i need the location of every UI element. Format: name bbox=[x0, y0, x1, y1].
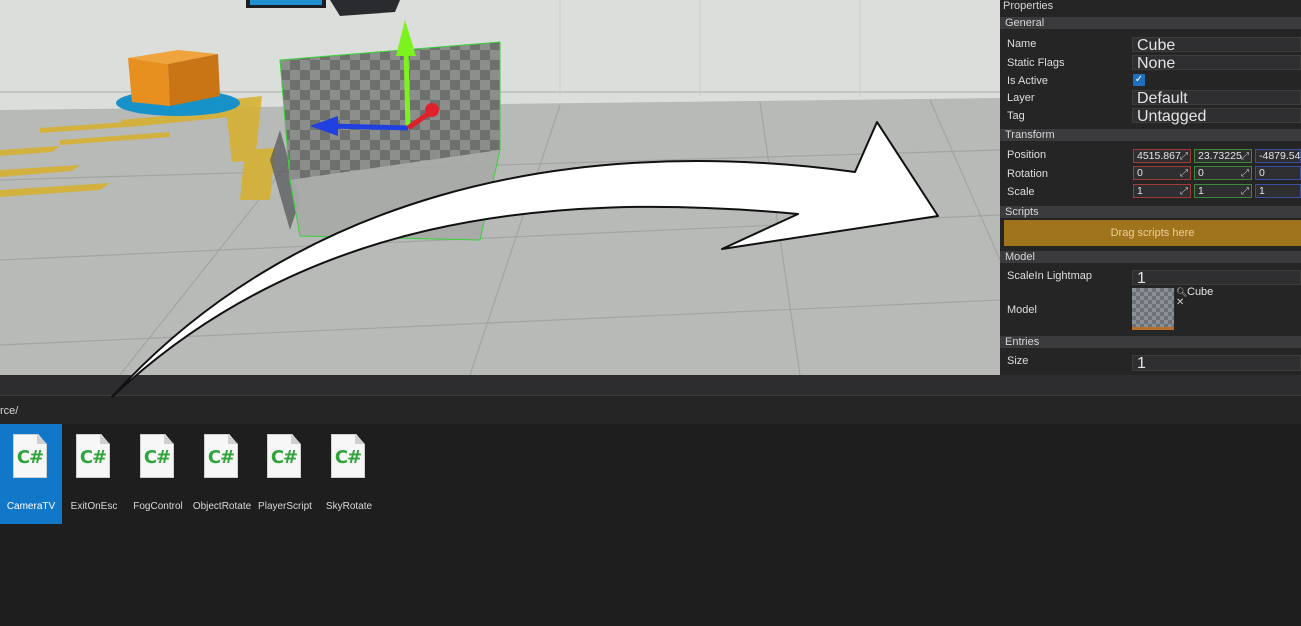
scale-lightmap-field[interactable]: 1 bbox=[1132, 270, 1301, 287]
size-label: Size bbox=[1007, 355, 1029, 367]
drag-handle-icon[interactable]: ⤢ bbox=[1180, 167, 1188, 180]
model-section-header[interactable]: Model bbox=[1000, 251, 1301, 263]
static-flags-label: Static Flags bbox=[1007, 57, 1065, 69]
rotation-label: Rotation bbox=[1007, 168, 1048, 180]
scene-viewport[interactable] bbox=[0, 0, 1000, 375]
position-y-value: 23.73225 bbox=[1198, 150, 1242, 162]
panel-splitter[interactable] bbox=[0, 375, 1301, 395]
rotation-y-field[interactable]: 0 ⤢ bbox=[1194, 166, 1252, 180]
entries-section-header[interactable]: Entries bbox=[1000, 336, 1301, 348]
scale-x-value: 1 bbox=[1137, 185, 1143, 197]
tag-dropdown[interactable]: Untagged bbox=[1132, 108, 1301, 125]
close-icon[interactable]: ✕ bbox=[1176, 297, 1184, 308]
rotation-y-value: 0 bbox=[1198, 167, 1204, 179]
scene-render bbox=[0, 0, 1000, 375]
position-x-field[interactable]: 4515.867 ⤢ bbox=[1133, 149, 1191, 163]
is-active-checkbox[interactable]: ✓ bbox=[1133, 74, 1145, 86]
name-label: Name bbox=[1007, 38, 1037, 50]
rotation-z-field[interactable]: 0 bbox=[1255, 166, 1301, 180]
position-z-field[interactable]: -4879.54 bbox=[1255, 149, 1301, 163]
check-icon: ✓ bbox=[1134, 74, 1144, 85]
drag-handle-icon[interactable]: ⤢ bbox=[1241, 167, 1249, 180]
size-field[interactable]: 1 bbox=[1132, 355, 1301, 372]
file-item-cameratv[interactable]: C# CameraTV bbox=[0, 424, 62, 524]
scale-y-field[interactable]: 1 ⤢ bbox=[1194, 184, 1252, 198]
position-y-field[interactable]: 23.73225 ⤢ bbox=[1194, 149, 1252, 163]
rotation-x-field[interactable]: 0 ⤢ bbox=[1133, 166, 1191, 180]
layer-dropdown[interactable]: Default bbox=[1132, 90, 1301, 107]
name-field[interactable]: Cube bbox=[1132, 37, 1301, 54]
layer-label: Layer bbox=[1007, 92, 1035, 104]
drag-handle-icon[interactable]: ⤢ bbox=[1180, 185, 1188, 198]
model-asset-name: Cube bbox=[1187, 286, 1214, 298]
scripts-section-header[interactable]: Scripts bbox=[1000, 206, 1301, 218]
file-grid: C# CameraTV C# ExitOnEsc C# FogControl C… bbox=[0, 424, 1301, 626]
model-label: Model bbox=[1007, 304, 1037, 316]
file-name: SkyRotate bbox=[325, 501, 373, 512]
file-item-objectrotate[interactable]: C# ObjectRotate bbox=[191, 424, 253, 524]
drag-handle-icon[interactable]: ⤢ bbox=[1241, 150, 1249, 163]
path-text: rce/ bbox=[0, 405, 19, 417]
is-active-label: Is Active bbox=[1007, 75, 1048, 87]
file-item-skyrotate[interactable]: C# SkyRotate bbox=[318, 424, 380, 524]
static-flags-dropdown[interactable]: None bbox=[1132, 55, 1301, 72]
file-name: FogControl bbox=[133, 501, 183, 512]
path-bar: rce/ bbox=[0, 395, 1301, 424]
properties-title: Properties bbox=[1003, 0, 1054, 12]
rotation-x-value: 0 bbox=[1137, 167, 1143, 179]
scale-lightmap-label: ScaleIn Lightmap bbox=[1007, 270, 1092, 282]
scale-label: Scale bbox=[1007, 186, 1035, 198]
file-name: ExitOnEsc bbox=[70, 501, 118, 512]
scale-z-field[interactable]: 1 bbox=[1255, 184, 1301, 198]
drag-handle-icon[interactable]: ⤢ bbox=[1241, 185, 1249, 198]
file-name: PlayerScript bbox=[258, 501, 312, 512]
position-x-value: 4515.867 bbox=[1137, 150, 1181, 162]
scripts-drop-zone[interactable]: Drag scripts here bbox=[1004, 220, 1301, 246]
transform-section-header[interactable]: Transform bbox=[1000, 129, 1301, 141]
drag-handle-icon[interactable]: ⤢ bbox=[1180, 150, 1188, 163]
position-z-value: -4879.54 bbox=[1259, 150, 1301, 162]
scale-x-field[interactable]: 1 ⤢ bbox=[1133, 184, 1191, 198]
file-item-playerscript[interactable]: C# PlayerScript bbox=[254, 424, 316, 524]
file-item-exitonesc[interactable]: C# ExitOnEsc bbox=[63, 424, 125, 524]
model-thumbnail[interactable] bbox=[1132, 288, 1174, 330]
tag-label: Tag bbox=[1007, 110, 1025, 122]
scale-y-value: 1 bbox=[1198, 185, 1204, 197]
position-label: Position bbox=[1007, 149, 1047, 161]
general-section-header[interactable]: General bbox=[1000, 17, 1301, 29]
file-item-fogcontrol[interactable]: C# FogControl bbox=[127, 424, 189, 524]
scale-z-value: 1 bbox=[1259, 185, 1265, 197]
rotation-z-value: 0 bbox=[1259, 167, 1265, 179]
